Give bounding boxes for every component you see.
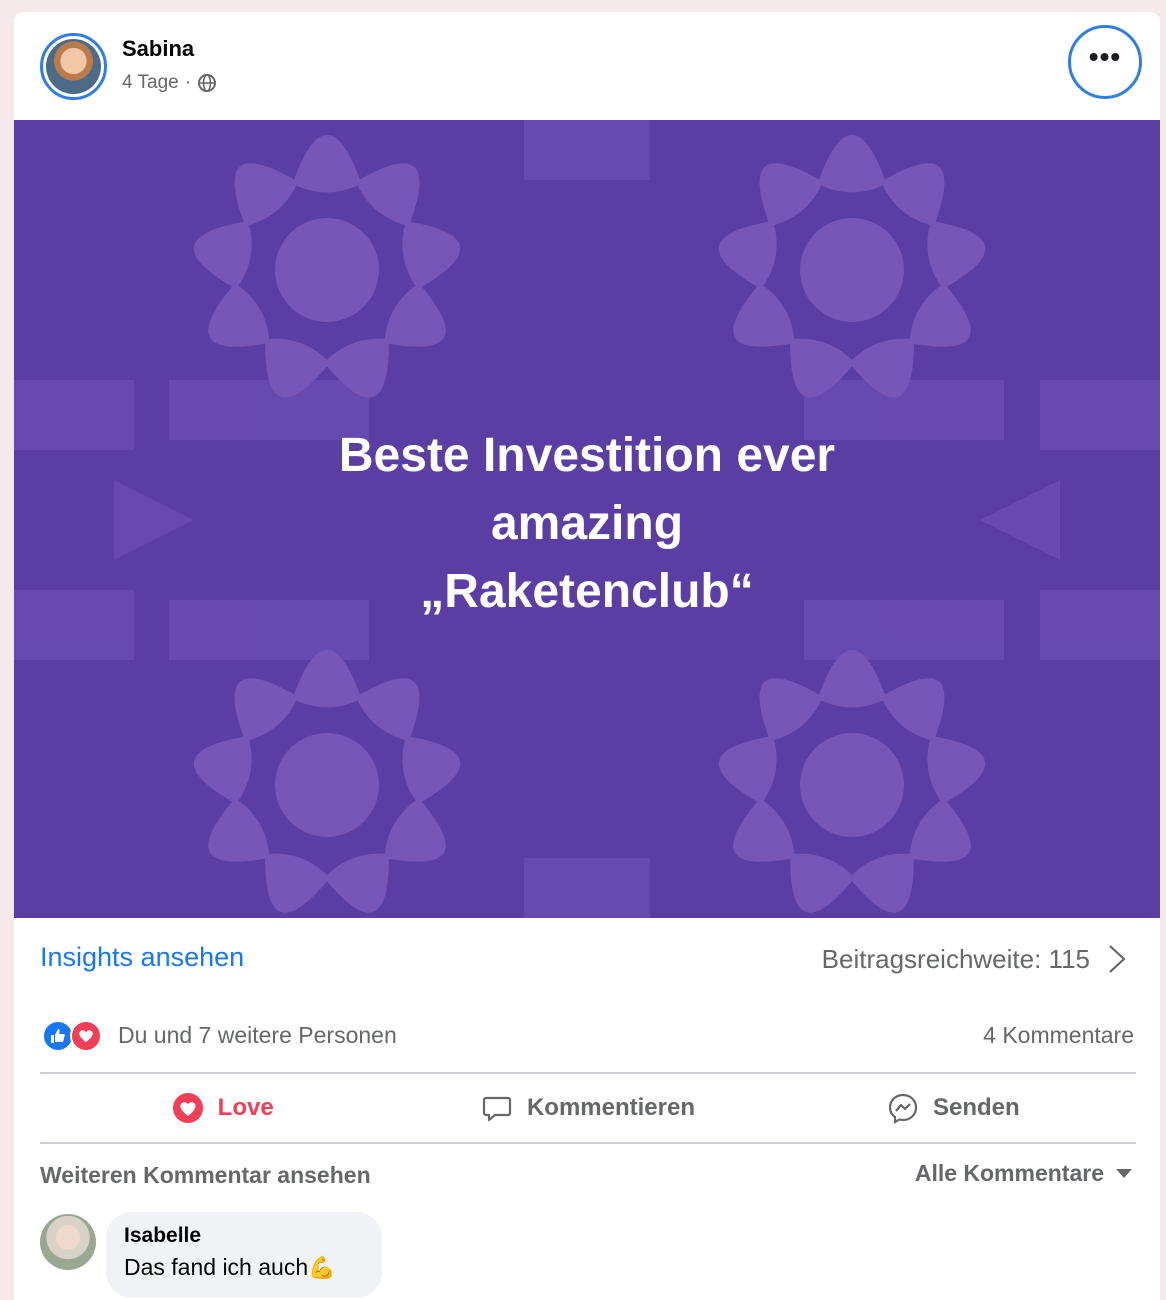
- image-text-line-1: Beste Investition ever: [338, 429, 836, 482]
- caret-down-icon: [1116, 1169, 1132, 1178]
- author-name[interactable]: Sabina: [122, 36, 194, 62]
- post-meta: 4 Tage ·: [122, 72, 217, 94]
- messenger-icon: [888, 1093, 918, 1124]
- send-label: Senden: [932, 1094, 1020, 1121]
- post-header: Sabina 4 Tage · •••: [14, 12, 1160, 120]
- divider: [40, 1142, 1136, 1144]
- comment-bubble: Isabelle Das fand ich auch💪: [106, 1212, 382, 1298]
- post-time[interactable]: 4 Tage: [122, 72, 179, 94]
- comment-body: Das fand ich auch: [124, 1254, 309, 1280]
- love-button[interactable]: Love: [40, 1074, 405, 1142]
- more-options-button[interactable]: •••: [1068, 25, 1142, 99]
- flexed-biceps-icon: 💪: [308, 1255, 336, 1280]
- insights-row: Insights ansehen Beitragsreichweite: 115: [14, 918, 1160, 998]
- love-label: Love: [217, 1094, 274, 1121]
- comment-filter-dropdown[interactable]: Alle Kommentare: [915, 1160, 1132, 1187]
- send-button[interactable]: Senden: [771, 1074, 1136, 1142]
- reaction-icons[interactable]: [42, 1020, 108, 1052]
- image-text-line-3: „Raketenclub“: [420, 565, 754, 618]
- chevron-right-icon: [1109, 945, 1126, 973]
- comment-label: Kommentieren: [526, 1094, 696, 1121]
- image-text-line-2: amazing: [490, 497, 684, 550]
- love-icon: [70, 1020, 102, 1052]
- view-more-comments-link[interactable]: Weiteren Kommentar ansehen: [40, 1162, 371, 1189]
- more-dots-icon: •••: [1088, 41, 1122, 72]
- reactions-row: Du und 7 weitere Personen 4 Kommentare: [14, 1008, 1160, 1064]
- reach-button[interactable]: Beitragsreichweite: 115: [822, 943, 1130, 975]
- globe-icon[interactable]: [197, 73, 217, 93]
- love-reaction-icon: [172, 1093, 203, 1123]
- comment-item: Isabelle Das fand ich auch💪: [40, 1212, 740, 1300]
- commenter-avatar[interactable]: [40, 1214, 96, 1270]
- comments-count[interactable]: 4 Kommentare: [983, 1022, 1134, 1049]
- action-bar: Love Kommentieren Senden: [40, 1074, 1136, 1142]
- comment-text: Das fand ich auch💪: [124, 1254, 364, 1281]
- author-avatar[interactable]: [40, 33, 107, 100]
- comment-button[interactable]: Kommentieren: [405, 1074, 770, 1142]
- author-photo: [46, 39, 101, 94]
- post-image-text: Beste Investition ever amazing „Raketenc…: [14, 422, 1160, 626]
- commenter-name[interactable]: Isabelle: [124, 1224, 364, 1248]
- reach-label: Beitragsreichweite: 115: [821, 943, 1090, 974]
- insights-link[interactable]: Insights ansehen: [40, 942, 244, 973]
- meta-separator: ·: [184, 72, 192, 93]
- post-card: Sabina 4 Tage · ••• Beste Investition ev…: [14, 12, 1160, 1300]
- post-image[interactable]: Beste Investition ever amazing „Raketenc…: [14, 120, 1160, 918]
- comment-filter-label: Alle Kommentare: [914, 1160, 1104, 1186]
- comment-bubble-icon: [482, 1096, 512, 1122]
- reaction-summary[interactable]: Du und 7 weitere Personen: [118, 1022, 397, 1049]
